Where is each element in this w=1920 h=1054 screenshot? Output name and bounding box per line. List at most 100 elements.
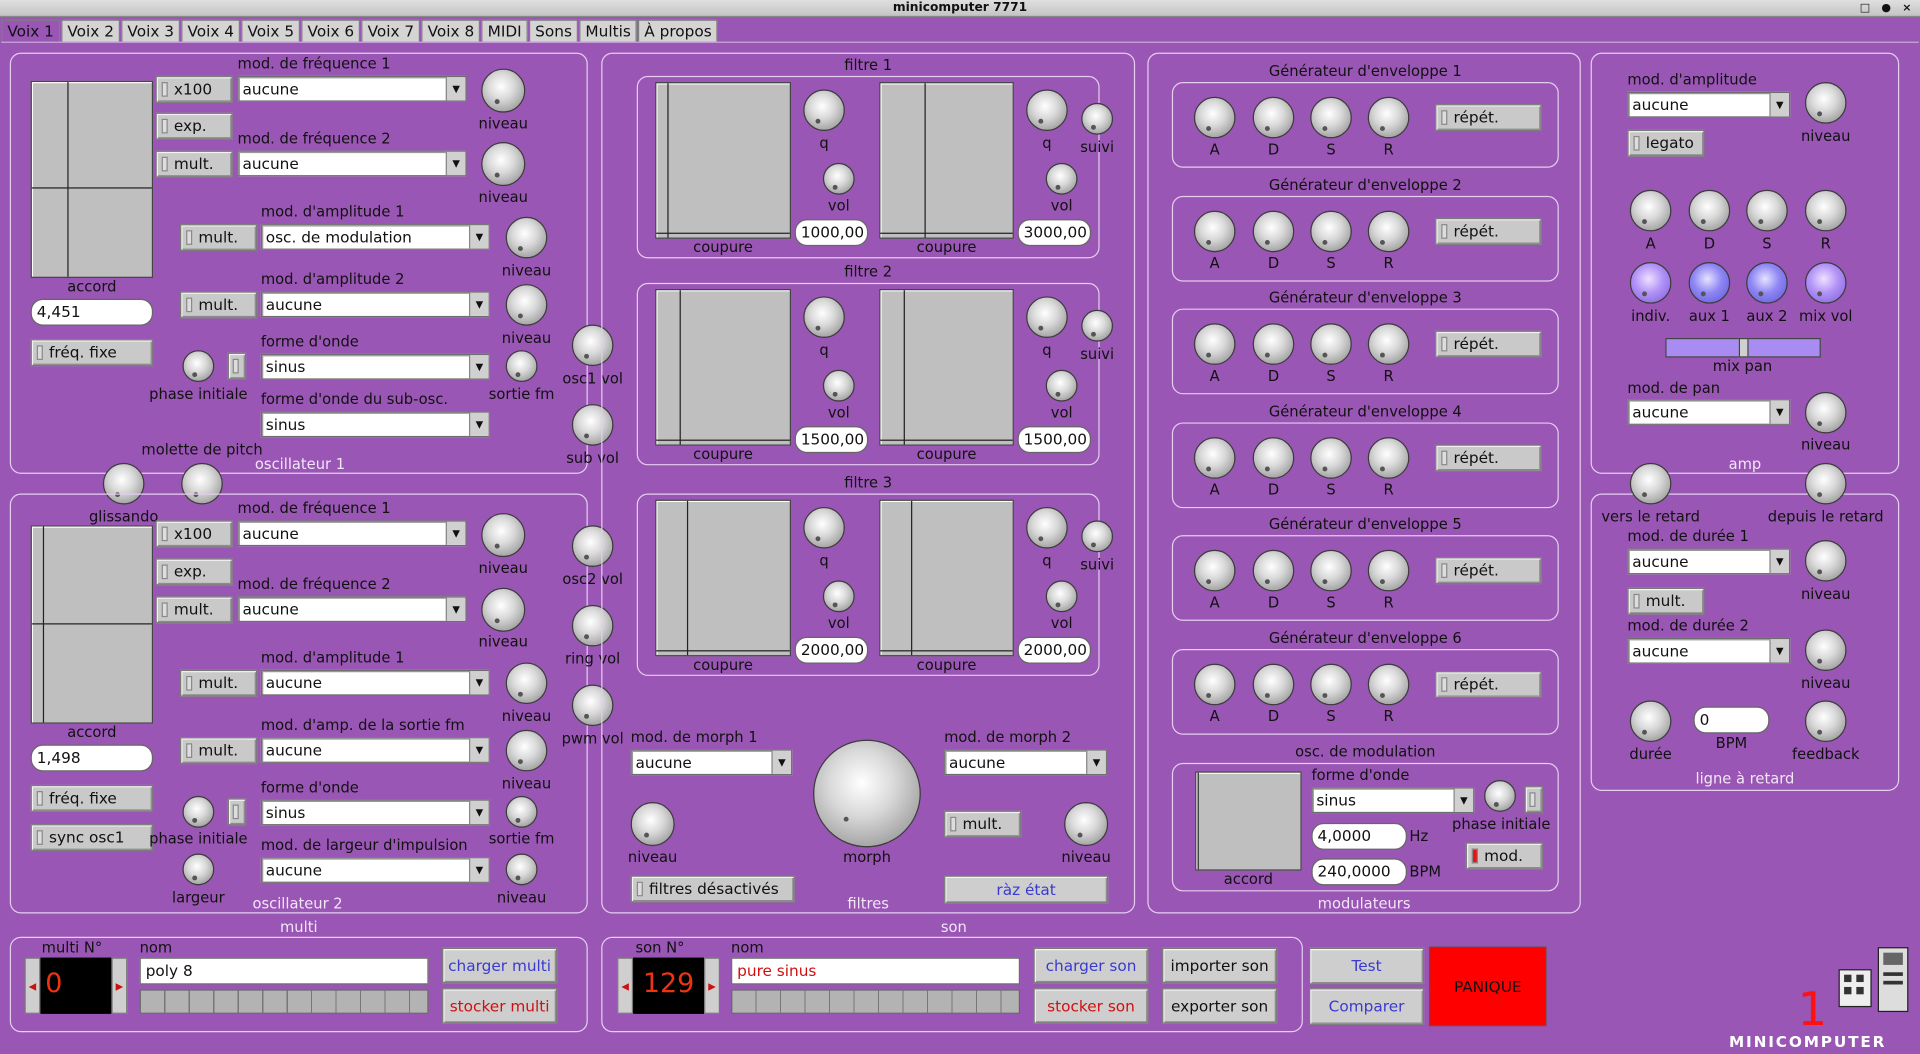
env6-r-knob[interactable]: [1367, 663, 1410, 706]
osc-mod-forme-select[interactable]: sinus ▼: [1311, 787, 1475, 814]
multi-nom-input[interactable]: poly 8: [139, 957, 429, 985]
filtre2-pad-a[interactable]: [655, 288, 792, 446]
delay-mult-button[interactable]: mult.: [1627, 587, 1705, 615]
stocker-multi-button[interactable]: stocker multi: [442, 988, 558, 1024]
amp-r-knob[interactable]: [1804, 189, 1847, 232]
son-prev-icon[interactable]: ◀: [617, 957, 634, 1014]
osc1-mod-freq1-niveau-knob[interactable]: [481, 68, 526, 113]
osc1-amp2-mult-button[interactable]: mult.: [180, 291, 258, 319]
env2-d-knob[interactable]: [1252, 210, 1295, 253]
env5-r-knob[interactable]: [1367, 549, 1410, 592]
env4-a-knob[interactable]: [1193, 437, 1236, 479]
env6-a-knob[interactable]: [1193, 663, 1236, 706]
tab-voix-4[interactable]: Voix 4: [181, 19, 241, 42]
amp-mod-niveau-knob[interactable]: [1804, 82, 1847, 124]
env2-a-knob[interactable]: [1193, 210, 1236, 253]
osc2-mod-freq2-niveau-knob[interactable]: [481, 587, 526, 632]
filtre1-pad-a[interactable]: [655, 82, 792, 239]
osc1-amp1-mult-button[interactable]: mult.: [180, 224, 258, 252]
filtre3-vol-a-knob[interactable]: [822, 580, 855, 613]
filtre2-value-a[interactable]: 1500,00: [794, 426, 869, 454]
tab-voix-2[interactable]: Voix 2: [61, 19, 121, 42]
osc2-mod-freq1-select[interactable]: aucune ▼: [237, 520, 467, 547]
filtre3-pad-b[interactable]: [879, 499, 1014, 657]
depuis-retard-knob[interactable]: [1804, 462, 1847, 505]
filtre2-vol-b-knob[interactable]: [1045, 369, 1078, 402]
osc-mod-hz-value[interactable]: 4,0000: [1311, 822, 1407, 850]
aux2-knob[interactable]: [1746, 262, 1788, 304]
tab-voix-1[interactable]: Voix 1: [1, 19, 61, 43]
filtre1-pad-b[interactable]: [879, 82, 1014, 239]
filtre3-pad-a[interactable]: [655, 499, 792, 657]
amp-mod-select[interactable]: aucune ▼: [1627, 91, 1791, 118]
osc-mod-phase-toggle[interactable]: [1524, 786, 1543, 814]
env4-r-knob[interactable]: [1367, 437, 1410, 479]
filtre1-value-a[interactable]: 1000,00: [794, 219, 869, 247]
comparer-button[interactable]: Comparer: [1308, 988, 1425, 1025]
mod-pan-niveau-knob[interactable]: [1804, 391, 1847, 434]
osc2-mod-amp1-select[interactable]: aucune ▼: [260, 669, 490, 696]
morph1-niveau-knob[interactable]: [630, 802, 675, 847]
osc1-sub-forme-select[interactable]: sinus ▼: [260, 411, 490, 438]
mix-vol-knob[interactable]: [1804, 262, 1847, 304]
osc2-phase-knob[interactable]: [182, 795, 215, 828]
filtre1-vol-b-knob[interactable]: [1045, 162, 1078, 195]
osc2-exp-button[interactable]: exp.: [155, 558, 233, 586]
filtre2-value-b[interactable]: 1500,00: [1017, 426, 1092, 454]
son-slider[interactable]: [731, 989, 1021, 1014]
env3-r-knob[interactable]: [1367, 323, 1410, 365]
mod-duree2-select[interactable]: aucune ▼: [1627, 637, 1791, 664]
filtre2-q-a-knob[interactable]: [803, 296, 845, 338]
env5-repet-button[interactable]: répét.: [1435, 557, 1542, 585]
filtre1-suivi-knob[interactable]: [1081, 102, 1114, 135]
filtre2-vol-a-knob[interactable]: [822, 369, 855, 402]
stocker-son-button[interactable]: stocker son: [1033, 988, 1149, 1024]
mod-duree2-niveau-knob[interactable]: [1804, 629, 1847, 672]
osc1-accord-value[interactable]: 4,451: [30, 298, 154, 326]
osc1-freq-fixe-button[interactable]: fréq. fixe: [30, 339, 154, 367]
filtre3-q-b-knob[interactable]: [1026, 506, 1068, 549]
osc1-phase-toggle[interactable]: [227, 352, 247, 380]
osc2-forme-select[interactable]: sinus ▼: [260, 799, 490, 826]
osc1-sortie-fm-knob[interactable]: [505, 350, 538, 383]
tab-voix-8[interactable]: Voix 8: [421, 19, 481, 42]
osc1-mod-amp1-niveau-knob[interactable]: [505, 216, 548, 259]
osc1-x100-button[interactable]: x100: [155, 75, 233, 103]
filtre2-suivi-knob[interactable]: [1081, 309, 1114, 342]
vers-retard-knob[interactable]: [1629, 462, 1672, 505]
osc1-phase-knob[interactable]: [182, 350, 215, 383]
osc2-amp1-mult-button[interactable]: mult.: [180, 669, 258, 697]
filtre3-q-a-knob[interactable]: [803, 506, 845, 549]
osc2-mult-button[interactable]: mult.: [155, 596, 233, 624]
osc1-mod-amp2-niveau-knob[interactable]: [505, 284, 548, 326]
exporter-son-button[interactable]: exporter son: [1162, 988, 1278, 1024]
osc2-sortie-fm-knob[interactable]: [505, 795, 538, 828]
aux1-knob[interactable]: [1688, 262, 1731, 304]
multi-slider[interactable]: [139, 989, 429, 1014]
osc1-accord-pad[interactable]: [30, 80, 154, 278]
osc1-mod-freq2-select[interactable]: aucune ▼: [237, 150, 467, 177]
morph1-select[interactable]: aucune ▼: [630, 749, 793, 776]
amp-d-knob[interactable]: [1688, 189, 1731, 232]
env1-d-knob[interactable]: [1252, 96, 1295, 139]
osc1-mod-amp1-select[interactable]: osc. de modulation ▼: [260, 224, 490, 250]
env5-d-knob[interactable]: [1252, 549, 1295, 592]
osc-mod-mod-button[interactable]: mod.: [1465, 842, 1543, 870]
env1-r-knob[interactable]: [1367, 96, 1410, 139]
osc1-forme-select[interactable]: sinus ▼: [260, 353, 490, 380]
tab-voix-3[interactable]: Voix 3: [121, 19, 181, 42]
morph-mult-button[interactable]: mult.: [944, 810, 1022, 838]
test-button[interactable]: Test: [1308, 947, 1425, 985]
env2-s-knob[interactable]: [1310, 210, 1352, 253]
charger-multi-button[interactable]: charger multi: [442, 947, 558, 984]
env3-d-knob[interactable]: [1252, 323, 1295, 365]
mod-pan-select[interactable]: aucune ▼: [1627, 399, 1791, 425]
mix-pan-handle[interactable]: [1738, 337, 1749, 358]
tab-midi[interactable]: MIDI: [481, 19, 528, 42]
largeur-knob[interactable]: [182, 853, 215, 886]
tab-voix-7[interactable]: Voix 7: [361, 19, 421, 42]
env5-a-knob[interactable]: [1193, 549, 1236, 592]
charger-son-button[interactable]: charger son: [1033, 947, 1149, 984]
env6-repet-button[interactable]: répét.: [1435, 671, 1542, 698]
env4-s-knob[interactable]: [1310, 437, 1352, 479]
